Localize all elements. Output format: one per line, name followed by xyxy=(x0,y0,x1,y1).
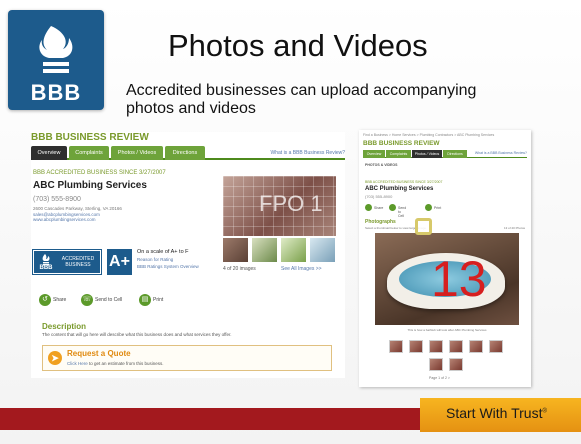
pager[interactable]: Page 1 of 2 > xyxy=(429,376,450,380)
torch-icon xyxy=(39,26,73,73)
what-is-link[interactable]: What is a BBB Business Review? xyxy=(475,151,527,155)
footer-tagline-text: Start With Trust xyxy=(446,405,543,421)
bbb-logo: BBB xyxy=(8,10,104,110)
photo-placeholder-label: FPO 1 xyxy=(259,191,323,216)
highlight-marker xyxy=(415,218,432,235)
photo-caption: This is how a bathtub will look after AB… xyxy=(407,328,487,332)
rating-grade: A+ xyxy=(107,249,132,275)
thumbnail[interactable] xyxy=(310,238,335,262)
share-icon: ↺ xyxy=(39,294,51,306)
accredited-seal[interactable]: BBB ACCREDITED BUSINESS xyxy=(33,250,101,274)
section-title: BBB BUSINESS REVIEW xyxy=(363,140,440,147)
thumbnail[interactable] xyxy=(429,340,443,353)
accredited-since: BBB ACCREDITED BUSINESS SINCE 3/27/2007 xyxy=(365,180,443,184)
tab-photos-videos[interactable]: Photos / Videos xyxy=(412,150,442,158)
quote-arrow-icon: ➤ xyxy=(48,351,62,365)
rating-scale: On a scale of A+ to F xyxy=(137,249,189,255)
business-info: BBB ACCREDITED BUSINESS SINCE 3/27/2007 … xyxy=(33,170,233,223)
business-phone: (703) 555-8900 xyxy=(33,196,81,203)
what-is-link[interactable]: What is a BBB Business Review? xyxy=(271,150,345,156)
accredited-since: BBB ACCREDITED BUSINESS SINCE 3/27/2007 xyxy=(33,170,166,176)
thumbnail[interactable] xyxy=(223,238,248,262)
tab-overview[interactable]: Overview xyxy=(31,146,67,160)
quote-text: to get an estimate from this business. xyxy=(87,361,164,366)
tab-photos-videos[interactable]: Photos / Videos xyxy=(111,146,163,160)
rating-info: On a scale of A+ to F Reason for Rating … xyxy=(137,249,217,269)
business-website[interactable]: www.abcplumbingservices.com xyxy=(33,217,233,223)
main-photo[interactable]: FPO 1 xyxy=(223,176,336,236)
subnav-label: PHOTOS & VIDEOS xyxy=(365,163,398,167)
phone-icon xyxy=(389,204,396,211)
business-address-block: 2600 Cascades Parkway, Sterling, VA 2016… xyxy=(33,206,233,223)
share-icon xyxy=(365,204,372,211)
tab-bar: Overview Complaints Photos / Videos Dire… xyxy=(363,150,527,158)
thumbnail[interactable] xyxy=(449,358,463,371)
quote-heading: Request a Quote xyxy=(67,349,131,358)
quote-click-here-link[interactable]: Click Here xyxy=(67,361,88,366)
photos-heading: Photographs xyxy=(365,219,396,225)
slide: BBB Photos and Videos Accredited busines… xyxy=(0,0,581,444)
business-phone: (703) 555-8900 xyxy=(365,194,393,199)
main-photo[interactable]: 13 xyxy=(375,233,519,325)
thumbnail-strip xyxy=(223,238,336,262)
seal-text: ACCREDITED BUSINESS xyxy=(61,256,95,268)
slide-subtitle: Accredited businesses can upload accompa… xyxy=(126,82,477,117)
print-label: Print xyxy=(153,297,164,303)
trademark: ® xyxy=(542,408,547,415)
business-name: ABC Plumbing Services xyxy=(365,186,434,192)
business-review-photos-panel: Find a Business > Home Services > Plumbi… xyxy=(359,130,531,387)
thumbnail[interactable] xyxy=(489,340,503,353)
tab-complaints[interactable]: Complaints xyxy=(386,150,411,158)
photo-number: 13 xyxy=(431,251,487,307)
send-to-cell-label: Send to Cell xyxy=(95,297,123,303)
see-all-images-link[interactable]: See All Images >> xyxy=(281,266,322,272)
seal-logo: BBB xyxy=(37,253,55,271)
quote-text-line: Click Here to get an estimate from this … xyxy=(67,361,164,366)
thumbnail[interactable] xyxy=(252,238,277,262)
phone-icon: ☏ xyxy=(81,294,93,306)
request-quote-box[interactable]: ➤ Request a Quote Click Here to get an e… xyxy=(42,345,332,371)
business-address: 2600 Cascades Parkway, Sterling, VA 2016… xyxy=(33,206,122,211)
business-review-overview-panel: BBB BUSINESS REVIEW Overview Complaints … xyxy=(31,132,345,378)
section-title: BBB BUSINESS REVIEW xyxy=(31,132,149,143)
print-icon xyxy=(425,204,432,211)
tab-overview[interactable]: Overview xyxy=(363,150,385,158)
footer-tagline: Start With Trust® xyxy=(446,405,547,421)
print-icon: ▤ xyxy=(139,294,151,306)
share-label: Share xyxy=(374,205,384,210)
thumbnail[interactable] xyxy=(429,358,443,371)
description-heading: Description xyxy=(42,322,87,331)
tab-complaints[interactable]: Complaints xyxy=(69,146,109,160)
thumbnail[interactable] xyxy=(281,238,306,262)
rating-reason-link[interactable]: Reason for Rating xyxy=(137,257,217,262)
tab-bar: Overview Complaints Photos / Videos Dire… xyxy=(31,146,345,160)
rating-overview-link[interactable]: BBB Ratings System Overview xyxy=(137,264,217,269)
slide-title: Photos and Videos xyxy=(168,28,428,63)
share-label: Share xyxy=(53,297,67,303)
photo-count: 13 of 20 Photos xyxy=(503,226,525,230)
tab-directions[interactable]: Directions xyxy=(165,146,205,160)
tab-directions[interactable]: Directions xyxy=(443,150,467,158)
description-text: The content that will go here will descr… xyxy=(42,332,232,337)
thumbnail[interactable] xyxy=(449,340,463,353)
image-count: 4 of 20 images xyxy=(223,266,256,272)
breadcrumb[interactable]: Find a Business > Home Services > Plumbi… xyxy=(363,133,494,137)
print-label: Print xyxy=(434,205,442,210)
logo-text: BBB xyxy=(30,80,82,105)
thumbnail[interactable] xyxy=(389,340,403,353)
business-name: ABC Plumbing Services xyxy=(33,180,147,191)
thumbnail[interactable] xyxy=(469,340,483,353)
send-to-cell-label: Send to Cell xyxy=(398,205,407,218)
seal-logo-text: BBB xyxy=(39,265,53,271)
thumbnail[interactable] xyxy=(409,340,423,353)
